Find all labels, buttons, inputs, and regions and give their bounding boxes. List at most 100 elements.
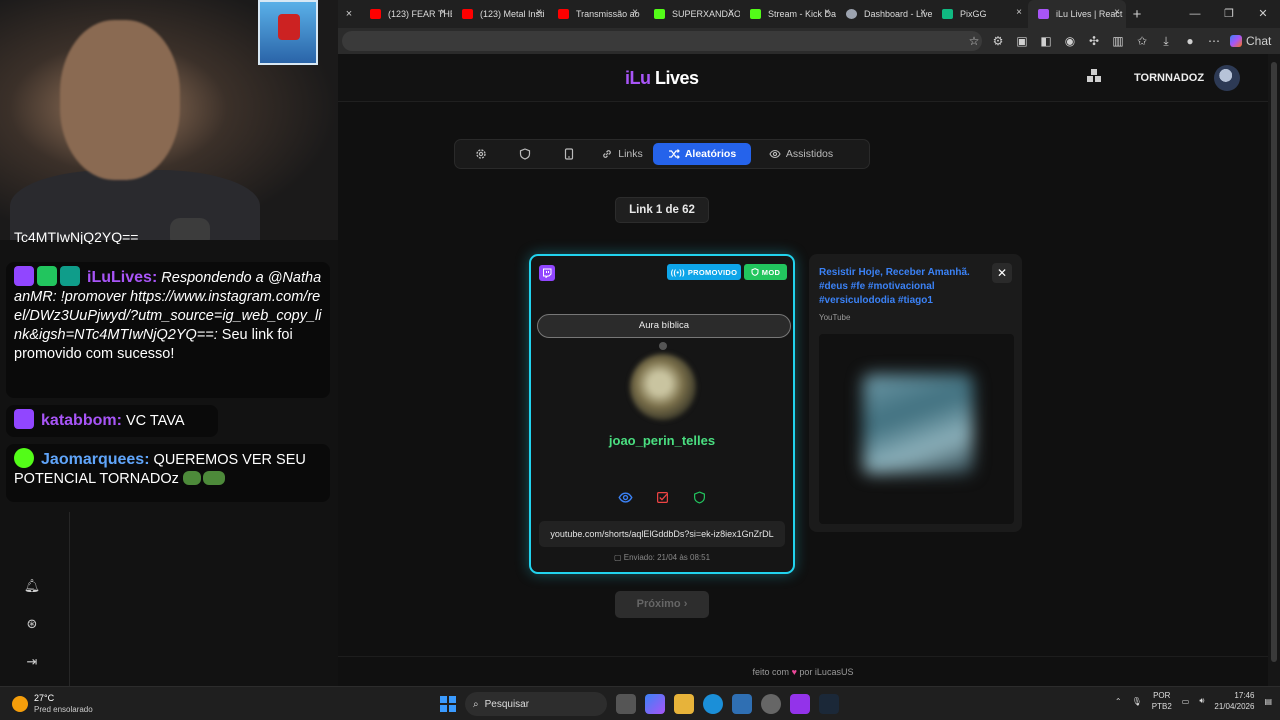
extension-icon[interactable]: ◧: [1034, 34, 1058, 48]
puzzle-icon[interactable]: ✣: [1082, 34, 1106, 48]
system-tray: ⌃ 🎙︎ POR PTB2 ▭ 🔊︎ 17:46 21/04/2026 ▤: [1115, 690, 1272, 712]
split-screen-icon[interactable]: ▥: [1106, 34, 1130, 48]
extension-icon[interactable]: ⚙: [986, 34, 1010, 48]
promoted-badge: ((•)) PROMOVIDO: [667, 264, 741, 280]
tab-watched[interactable]: Assistidos: [751, 143, 851, 165]
photos-icon[interactable]: [732, 694, 752, 714]
close-icon[interactable]: ×: [440, 7, 446, 18]
link-icon: [603, 150, 612, 158]
close-window-icon[interactable]: ✕: [1246, 0, 1280, 28]
help-icon[interactable]: ⊛: [22, 616, 42, 654]
obs-icon[interactable]: [761, 694, 781, 714]
scrollbar[interactable]: [1268, 54, 1280, 686]
chevron-up-icon[interactable]: ⌃: [1115, 697, 1122, 706]
tab-random[interactable]: Aleatórios: [653, 143, 751, 165]
screen: × (123) FEAR THE × (123) Metal Insti × T…: [0, 0, 1280, 720]
browser-tab[interactable]: Dashboard - Live ×: [836, 0, 932, 28]
twitch-icon: [14, 266, 34, 286]
close-icon[interactable]: ×: [536, 7, 542, 18]
close-icon[interactable]: ×: [920, 7, 926, 18]
tab-close-button[interactable]: ×: [338, 0, 360, 28]
more-icon[interactable]: ⋯: [1202, 34, 1226, 48]
video-title[interactable]: Resistir Hoje, Receber Amanhã. #deus #fe…: [819, 266, 991, 308]
search-icon: ⌕: [473, 698, 479, 710]
notification-icon[interactable]: ▤: [1264, 697, 1272, 706]
close-icon[interactable]: ×: [1114, 7, 1120, 18]
pixgg-icon: [942, 9, 953, 19]
close-icon[interactable]: ×: [728, 7, 734, 18]
browser-tab-active[interactable]: iLu Lives | React ×: [1028, 0, 1126, 28]
tab-settings[interactable]: [459, 143, 503, 165]
browser-tab[interactable]: SUPERXANDAO ×: [644, 0, 740, 28]
steam-icon[interactable]: [819, 694, 839, 714]
app-logo[interactable]: iLu Lives: [625, 68, 699, 89]
kick-icon: [750, 9, 761, 19]
sun-icon: [12, 696, 28, 712]
video-preview-card: Resistir Hoje, Receber Amanhã. #deus #fe…: [809, 254, 1022, 532]
mod-badge: MOD: [744, 264, 787, 280]
link-url[interactable]: youtube.com/shorts/aqlElGddbDs?si=ek-iz8…: [539, 521, 785, 547]
next-button[interactable]: Próximo ›: [615, 591, 709, 618]
shield-icon[interactable]: [692, 490, 707, 505]
favorites-icon[interactable]: ✩: [1130, 34, 1154, 48]
edge-icon[interactable]: [703, 694, 723, 714]
taskbar-search[interactable]: ⌕ Pesquisar: [465, 692, 607, 716]
new-tab-button[interactable]: +: [1126, 6, 1148, 23]
weather-widget[interactable]: 27°C Pred ensolarado: [12, 693, 93, 715]
moderator-badge-icon: [37, 266, 57, 286]
clock[interactable]: 17:46 21/04/2026: [1214, 690, 1254, 712]
bell-icon[interactable]: 🔔︎: [22, 578, 42, 616]
side-nav: 🔔︎ ⊛ ⇥: [22, 578, 42, 692]
check-square-icon[interactable]: [655, 490, 670, 505]
download-icon[interactable]: ⤓: [1154, 34, 1178, 49]
tab-links[interactable]: Links: [591, 143, 653, 165]
extension-icon[interactable]: ◉: [1058, 34, 1082, 48]
browser-tab[interactable]: Transmissão ao ×: [548, 0, 644, 28]
copilot-chat-button[interactable]: Chat: [1226, 34, 1280, 48]
youtube-icon: [370, 9, 381, 19]
close-button[interactable]: ✕: [992, 263, 1012, 283]
language-indicator[interactable]: POR PTB2: [1152, 690, 1172, 712]
maximize-icon[interactable]: ❐: [1212, 0, 1246, 28]
shield-icon: [751, 268, 759, 276]
boxes-icon[interactable]: [1086, 68, 1102, 84]
close-icon[interactable]: ×: [1016, 7, 1022, 18]
tab-device[interactable]: [547, 143, 591, 165]
eye-icon[interactable]: [617, 490, 633, 505]
avatar: [1214, 65, 1241, 91]
extension-icon[interactable]: ▣: [1010, 34, 1034, 48]
browser-tab[interactable]: (123) Metal Insti ×: [452, 0, 548, 28]
browser-tab[interactable]: (123) FEAR THE ×: [360, 0, 452, 28]
profile-icon[interactable]: ●: [1178, 34, 1202, 48]
minimize-icon[interactable]: —: [1178, 0, 1212, 28]
twitch-icon: [539, 265, 555, 281]
task-view-icon[interactable]: [616, 694, 636, 714]
link-title: Aura bíblica: [537, 314, 791, 338]
connector-dot: [659, 342, 667, 350]
pepe-emote-icon: [202, 471, 225, 485]
broadcast-icon: ((•)): [670, 267, 685, 277]
close-icon[interactable]: ×: [824, 7, 830, 18]
video-thumbnail[interactable]: [819, 334, 1014, 524]
copilot-icon[interactable]: [645, 694, 665, 714]
taskbar: 27°C Pred ensolarado ⌕ Pesquisar ⌃ 🎙︎ PO…: [0, 686, 1280, 720]
file-explorer-icon[interactable]: [674, 694, 694, 714]
app-icon[interactable]: [790, 694, 810, 714]
close-icon[interactable]: ×: [632, 7, 638, 18]
tab-moderation[interactable]: [503, 143, 547, 165]
ilu-icon: [1038, 9, 1049, 19]
url-field[interactable]: [342, 31, 982, 51]
taskbar-apps: [616, 694, 839, 714]
windows-start-icon[interactable]: [440, 696, 456, 712]
browser-tab[interactable]: PixGG ×: [932, 0, 1028, 28]
network-icon[interactable]: ▭: [1182, 697, 1190, 706]
bot-badge-icon: [60, 266, 80, 286]
microphone-icon[interactable]: 🎙︎: [1132, 697, 1142, 706]
volume-icon[interactable]: 🔊︎: [1199, 696, 1204, 706]
twitch-icon: [14, 409, 34, 429]
heart-icon: ♥: [791, 667, 797, 677]
app-page: iLu Lives TORNNADOZ Links Aleatórios Ass…: [338, 54, 1280, 686]
user-menu[interactable]: TORNNADOZ: [1128, 63, 1246, 93]
browser-tab[interactable]: Stream - Kick Da ×: [740, 0, 836, 28]
star-icon[interactable]: ☆: [962, 34, 986, 48]
